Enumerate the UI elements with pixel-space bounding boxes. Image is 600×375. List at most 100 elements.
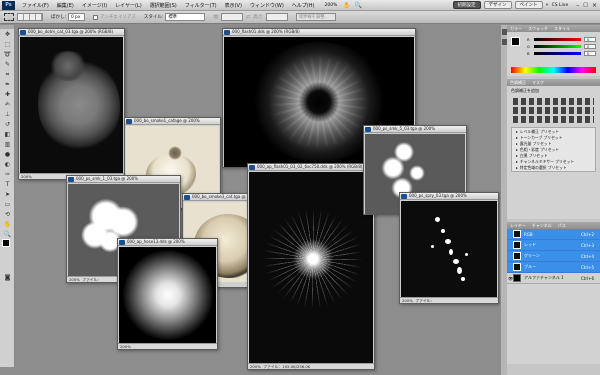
preset-item[interactable]: ▸ 露光量 プリセット: [516, 141, 591, 147]
red-value[interactable]: 0: [584, 37, 596, 42]
hand-tool-icon[interactable]: ✋: [2, 220, 13, 229]
marquee-tool-icon[interactable]: ⬚: [2, 40, 13, 49]
menu-window[interactable]: ウィンドウ(W): [246, 2, 288, 9]
eye-icon[interactable]: 👁: [508, 276, 513, 281]
document-title[interactable]: 000_ps_smk_1_03.tga @ 200%: [67, 176, 180, 183]
status-bar: 200%: [118, 343, 217, 349]
cs-live-button[interactable]: CS Live: [552, 3, 569, 8]
menu-edit[interactable]: 編集(E): [53, 2, 78, 9]
preset-item[interactable]: ▸ 色相・彩度 プリセット: [516, 147, 591, 153]
blue-value[interactable]: 0: [584, 51, 596, 56]
selection-mode-icons[interactable]: [17, 13, 43, 21]
document-title[interactable]: 000_bo_dotm_cat_03.tga @ 200% (RGB/8): [19, 29, 124, 36]
type-tool-icon[interactable]: T: [2, 180, 13, 189]
lasso-tool-icon[interactable]: ➰: [2, 50, 13, 59]
canvas[interactable]: [20, 37, 123, 175]
hand-icon[interactable]: ✋: [343, 2, 350, 9]
history-brush-icon[interactable]: ↺: [2, 120, 13, 129]
document-title[interactable]: 000_flash01.dds @ 200% (RGB/8): [223, 29, 415, 36]
preset-item[interactable]: ▸ レベル補正 プリセット: [516, 129, 591, 135]
canvas[interactable]: [401, 201, 497, 297]
channel-row-blue[interactable]: ブルー Ctrl+5: [507, 262, 600, 273]
maximize-button[interactable]: □: [583, 2, 588, 8]
preset-item[interactable]: ▸ 白黒 プリセット: [516, 153, 591, 159]
document-title[interactable]: 000_ps_spry_03.tga @ 200%: [400, 193, 498, 200]
canvas[interactable]: [249, 172, 373, 363]
zoom-level-menu[interactable]: 200%: [324, 3, 337, 8]
spectrum-bar[interactable]: [511, 67, 596, 73]
preset-item[interactable]: ▸ チャンネルミキサー プリセット: [516, 159, 591, 165]
refine-edge-button[interactable]: 境界線を調整...: [295, 13, 336, 21]
color-panel: R0 G0 B0: [507, 32, 600, 76]
foreground-swatch[interactable]: [511, 37, 520, 46]
close-button[interactable]: ×: [592, 2, 597, 9]
adjustment-icons-row3[interactable]: [513, 116, 594, 123]
foreground-color-swatch[interactable]: [2, 239, 10, 247]
document-title[interactable]: 000_bo_smoke1_cafage @ 200%: [125, 118, 220, 125]
feather-input[interactable]: 0 px: [68, 13, 86, 21]
channel-row-red[interactable]: レッド Ctrl+3: [507, 240, 600, 251]
workspace-chevron-icon[interactable]: »: [546, 2, 549, 8]
crop-tool-icon[interactable]: ⌗: [2, 70, 13, 79]
shape-tool-icon[interactable]: ▭: [2, 200, 13, 209]
document-title[interactable]: 000_ps_smk_5_03.tga @ 200%: [364, 126, 466, 133]
color-panel-tabs[interactable]: カラー スウォッチ スタイル: [507, 25, 600, 32]
blur-tool-icon[interactable]: ●: [2, 150, 13, 159]
gradient-tool-icon[interactable]: ▥: [2, 140, 13, 149]
document-window-spry[interactable]: 000_ps_spry_03.tga @ 200% 200% ファイル:: [399, 192, 499, 304]
quick-select-tool-icon[interactable]: ✎: [2, 60, 13, 69]
zoom-icon[interactable]: 🔍: [355, 2, 362, 9]
swap-icon[interactable]: ⇄: [246, 15, 250, 20]
document-title[interactable]: 000_ap_hose13.dds @ 200%: [118, 239, 217, 246]
menu-help[interactable]: ヘルプ(H): [288, 2, 319, 9]
green-value[interactable]: 0: [584, 44, 596, 49]
workspace-paint-button[interactable]: ペイント: [514, 1, 543, 9]
document-window-bo-dotm[interactable]: 000_bo_dotm_cat_03.tga @ 200% (RGB/8) 20…: [18, 28, 125, 180]
healing-tool-icon[interactable]: ✚: [2, 90, 13, 99]
width-input[interactable]: [221, 13, 244, 21]
antialias-checkbox[interactable]: [93, 14, 99, 20]
marquee-tool-icon[interactable]: [4, 13, 14, 21]
channel-row-alpha[interactable]: 👁 アルファチャンネル 1 Ctrl+6: [507, 273, 600, 284]
brush-tool-icon[interactable]: ✍: [2, 100, 13, 109]
zoom-tool-icon[interactable]: 🔍: [2, 230, 13, 239]
red-slider[interactable]: [534, 38, 581, 41]
menu-layer[interactable]: レイヤー(L): [111, 2, 146, 9]
move-tool-icon[interactable]: ✥: [2, 30, 13, 39]
menu-file[interactable]: ファイル(F): [18, 2, 53, 9]
preset-list: ▸ レベル補正 プリセット ▸ トーンカーブ プリセット ▸ 露光量 プリセット ▸ 色…: [511, 127, 596, 172]
minimize-button[interactable]: –: [576, 2, 579, 9]
menu-view[interactable]: 表示(V): [221, 2, 246, 9]
preset-item[interactable]: ▸ トーンカーブ プリセット: [516, 135, 591, 141]
document-window-hose13[interactable]: 000_ap_hose13.dds @ 200% 200%: [117, 238, 218, 350]
canvas[interactable]: [119, 247, 216, 343]
style-select[interactable]: 標準: [165, 13, 206, 21]
menu-image[interactable]: イメージ(I): [78, 2, 111, 9]
workspace-essentials-button[interactable]: 初期設定: [452, 1, 481, 9]
workspace-design-button[interactable]: デザイン: [483, 1, 512, 9]
adjustment-icons-row2[interactable]: [513, 107, 594, 114]
channel-row-green[interactable]: グリーン Ctrl+4: [507, 251, 600, 262]
blue-slider[interactable]: [534, 52, 581, 55]
layers-panel-tabs[interactable]: レイヤー チャンネル パス: [507, 222, 600, 229]
green-slider[interactable]: [534, 45, 581, 48]
menu-filter[interactable]: フィルター(T): [181, 2, 221, 9]
photoshop-logo: Ps: [2, 0, 15, 10]
eraser-tool-icon[interactable]: ◧: [2, 130, 13, 139]
eyedropper-tool-icon[interactable]: ✒: [2, 80, 13, 89]
quick-mask-icon[interactable]: ◙: [2, 273, 13, 282]
path-select-tool-icon[interactable]: ➤: [2, 190, 13, 199]
adjustments-panel-tabs[interactable]: 色調補正 マスク: [507, 79, 600, 86]
height-input[interactable]: [265, 13, 288, 21]
document-title[interactable]: 000_ap_flash01_03_02_6xc750.dds @ 200% (…: [248, 164, 374, 171]
dodge-tool-icon[interactable]: ◐: [2, 160, 13, 169]
feather-label: ぼかし:: [51, 15, 67, 20]
3d-rotate-tool-icon[interactable]: ⟲: [2, 210, 13, 219]
pen-tool-icon[interactable]: ✑: [2, 170, 13, 179]
menu-select[interactable]: 選択範囲(S): [146, 2, 181, 9]
document-window-flash01-03-02[interactable]: 000_ap_flash01_03_02_6xc750.dds @ 200% (…: [247, 163, 375, 370]
stamp-tool-icon[interactable]: ⊥: [2, 110, 13, 119]
adjustment-icons-row1[interactable]: [513, 98, 594, 105]
preset-item[interactable]: ▸ 特定色域の選択 プリセット: [516, 165, 591, 171]
channel-row-rgb[interactable]: RGB Ctrl+2: [507, 229, 600, 240]
